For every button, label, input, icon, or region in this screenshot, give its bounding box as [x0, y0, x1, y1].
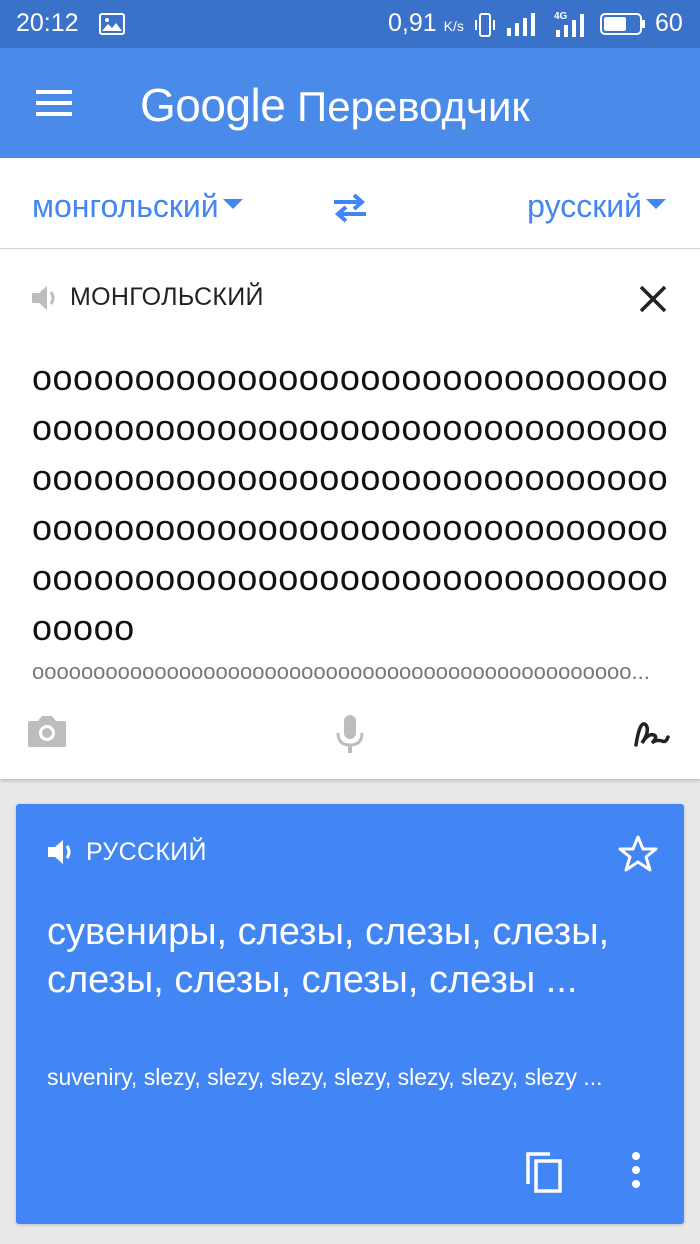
target-language-label: русский — [527, 188, 642, 224]
input-card: МОНГОЛЬСКИЙ оооооооооооооооооооооооооооо… — [0, 249, 700, 779]
signal-4g-icon: 4G — [552, 10, 592, 45]
battery-icon — [600, 13, 646, 42]
app-title: Google Переводчик — [140, 78, 530, 132]
source-language-label: монгольский — [32, 188, 219, 224]
target-language-select[interactable]: русский — [527, 188, 666, 225]
swap-arrows-icon — [334, 193, 366, 223]
image-notification-icon — [99, 13, 125, 42]
network-type-label: 4G — [554, 11, 568, 22]
speaker-icon[interactable] — [46, 838, 78, 871]
star-icon[interactable] — [618, 834, 658, 877]
source-text-input[interactable]: оооооооооооооооооооооооооооооооооооооооо… — [32, 353, 672, 653]
translation-text: сувениры, слезы, слезы, слезы, слезы, сл… — [47, 911, 610, 1001]
translation-result-card[interactable]: РУССКИЙ сувениры, слезы, слезы, слезы, с… — [16, 804, 684, 1224]
menu-icon[interactable] — [36, 90, 72, 121]
google-logo-text: Google — [140, 79, 286, 131]
speaker-icon[interactable] — [30, 284, 62, 317]
app-title-text: Переводчик — [297, 83, 530, 130]
status-bar: 20:12 0,91 K/s 4G 60 — [0, 0, 700, 48]
camera-icon[interactable] — [26, 713, 68, 754]
microphone-icon[interactable] — [334, 713, 366, 760]
handwriting-icon[interactable] — [632, 715, 672, 756]
source-transliteration: oooooooooooooooooooooooooooooooooooooooo… — [32, 659, 650, 684]
network-speed-unit: K/s — [443, 18, 464, 34]
translation-transliteration: suveniry, slezy, slezy, slezy, slezy, sl… — [47, 1064, 603, 1090]
copy-icon[interactable] — [524, 1150, 564, 1199]
network-speed-value: 0,91 — [388, 9, 437, 37]
battery-percent: 60 — [655, 9, 683, 37]
swap-languages-button[interactable] — [330, 192, 370, 229]
source-language-select[interactable]: монгольский — [32, 188, 243, 225]
status-time: 20:12 — [16, 9, 79, 37]
chevron-down-icon — [222, 198, 243, 209]
network-speed: 0,91 K/s — [388, 9, 464, 38]
language-bar: монгольский русский — [0, 158, 700, 249]
chevron-down-icon — [646, 198, 666, 209]
close-icon[interactable] — [636, 282, 670, 321]
target-language-heading: РУССКИЙ — [86, 838, 207, 866]
app-bar: Google Переводчик — [0, 48, 700, 158]
source-language-heading: МОНГОЛЬСКИЙ — [70, 283, 264, 311]
vibrate-icon — [474, 12, 496, 45]
signal-strength-icon — [505, 12, 541, 43]
more-vert-icon[interactable] — [630, 1150, 642, 1195]
